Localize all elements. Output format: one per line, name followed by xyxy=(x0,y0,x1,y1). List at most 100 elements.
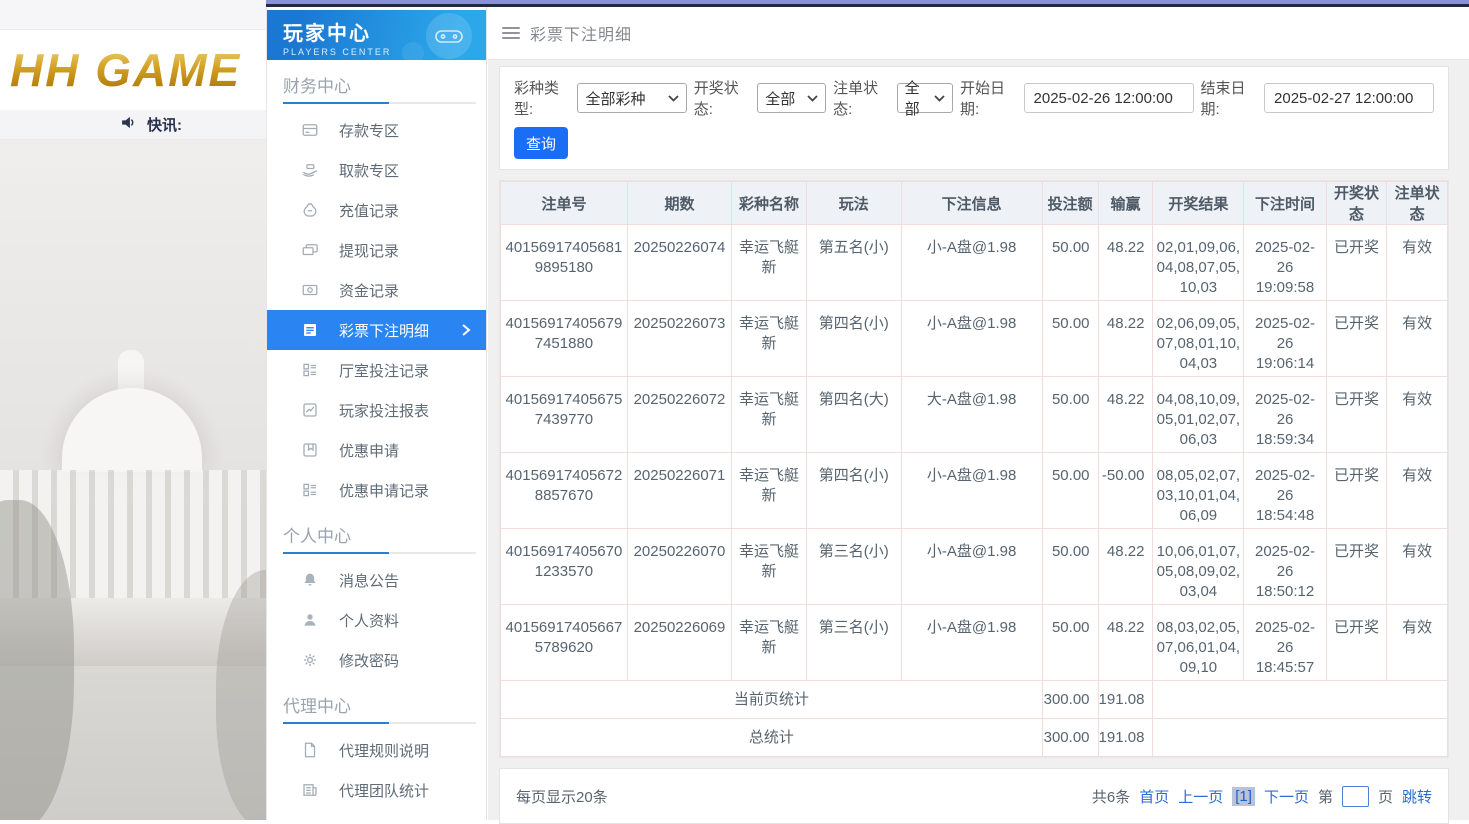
cell-win-loss: 48.22 xyxy=(1098,225,1153,301)
sidebar-item-label: 修改密码 xyxy=(339,650,399,671)
sidebar-item-label: 取款专区 xyxy=(339,160,399,181)
site-logo: HH GAME xyxy=(0,43,241,97)
table-row: 401569174056701233570 20250226070 幸运飞艇新 … xyxy=(501,529,1448,605)
cell-play: 第四名(小) xyxy=(806,301,901,377)
cell-amount: 50.00 xyxy=(1042,453,1098,529)
hamburger-menu-icon[interactable] xyxy=(502,27,520,39)
user-icon xyxy=(301,611,319,629)
next-page-link[interactable]: 下一页 xyxy=(1264,786,1309,807)
total-summary-label: 总统计 xyxy=(501,719,1043,757)
section-title-agent: 代理中心 xyxy=(267,680,486,722)
section-divider xyxy=(283,552,476,554)
end-date-input[interactable] xyxy=(1264,83,1434,113)
sidebar-item-announcements[interactable]: 消息公告 xyxy=(267,560,486,600)
order-status-select[interactable]: 全部 xyxy=(897,83,953,113)
page-jump-input[interactable] xyxy=(1342,786,1369,807)
sidebar-item-label: 玩家投注报表 xyxy=(339,400,429,421)
document-icon xyxy=(301,741,319,759)
cell-lottery: 幸运飞艇新 xyxy=(732,529,807,605)
cell-bet-info: 小-A盘@1.98 xyxy=(901,453,1042,529)
section-title-finance: 财务中心 xyxy=(267,60,486,102)
gamepad-icon xyxy=(426,13,472,59)
cell-amount: 50.00 xyxy=(1042,377,1098,453)
col-bet-info: 下注信息 xyxy=(901,182,1042,225)
lottery-type-value: 全部彩种 xyxy=(585,88,645,109)
cell-win-loss: 48.22 xyxy=(1098,377,1153,453)
cell-win-loss: -50.00 xyxy=(1098,453,1153,529)
background-page: HH GAME 快讯: xyxy=(0,0,266,820)
sidebar-item-agent-rules[interactable]: 代理规则说明 xyxy=(267,730,486,770)
sidebar-item-agent-team-stats[interactable]: 代理团队统计 xyxy=(267,770,486,810)
newspaper-stats-icon xyxy=(301,781,319,799)
page-summary-label: 当前页统计 xyxy=(501,681,1043,719)
cell-period: 20250226070 xyxy=(627,529,731,605)
bet-list-icon xyxy=(301,321,319,339)
sidebar-item-label: 资金记录 xyxy=(339,280,399,301)
cell-period: 20250226072 xyxy=(627,377,731,453)
cell-lottery: 幸运飞艇新 xyxy=(732,225,807,301)
jump-prefix-label: 第 xyxy=(1318,786,1333,807)
end-date-label: 结束日期: xyxy=(1201,77,1257,119)
cell-bet-info: 小-A盘@1.98 xyxy=(901,225,1042,301)
col-result: 开奖结果 xyxy=(1153,182,1244,225)
bet-detail-table: 注单号 期数 彩种名称 玩法 下注信息 投注额 输赢 开奖结果 下注时间 开奖状… xyxy=(499,180,1449,758)
sidebar-item-player-bet-report[interactable]: 玩家投注报表 xyxy=(267,390,486,430)
chevron-down-icon xyxy=(668,95,679,102)
draw-status-label: 开奖状态: xyxy=(694,77,750,119)
lottery-type-label: 彩种类型: xyxy=(514,77,570,119)
sidebar-item-promo-apply[interactable]: 优惠申请 xyxy=(267,430,486,470)
cash-cards-icon xyxy=(301,241,319,259)
coupon-icon xyxy=(301,441,319,459)
cell-play: 第四名(小) xyxy=(806,453,901,529)
table-row: 401569174056728857670 20250226071 幸运飞艇新 … xyxy=(501,453,1448,529)
sidebar-item-profile[interactable]: 个人资料 xyxy=(267,600,486,640)
sidebar-item-label: 充值记录 xyxy=(339,200,399,221)
sidebar-item-lottery-bet-detail[interactable]: 彩票下注明细 xyxy=(267,310,486,350)
banknote-icon xyxy=(301,281,319,299)
order-status-label: 注单状态: xyxy=(833,77,889,119)
total-summary-win-loss: 191.08 xyxy=(1098,719,1153,757)
cell-order-status: 有效 xyxy=(1387,529,1448,605)
query-button[interactable]: 查询 xyxy=(514,127,568,159)
col-bet-time: 下注时间 xyxy=(1244,182,1326,225)
sidebar-item-deposit[interactable]: 存款专区 xyxy=(267,110,486,150)
cell-result: 02,01,09,06,04,08,07,05,10,03 xyxy=(1153,225,1244,301)
first-page-link[interactable]: 首页 xyxy=(1139,786,1169,807)
col-period: 期数 xyxy=(627,182,731,225)
cell-lottery: 幸运飞艇新 xyxy=(732,605,807,681)
table-row: 401569174056757439770 20250226072 幸运飞艇新 … xyxy=(501,377,1448,453)
sidebar: 玩家中心 PLAYERS CENTER 财务中心 存款专区 取款专区 充值记录 … xyxy=(266,7,487,820)
draw-status-value: 全部 xyxy=(765,88,795,109)
jump-action-link[interactable]: 跳转 xyxy=(1402,786,1432,807)
withdraw-hand-icon xyxy=(301,161,319,179)
cell-win-loss: 48.22 xyxy=(1098,529,1153,605)
cell-bet-info: 小-A盘@1.98 xyxy=(901,301,1042,377)
section-divider xyxy=(283,722,476,724)
sidebar-item-promo-record[interactable]: 优惠申请记录 xyxy=(267,470,486,510)
per-page-label: 每页显示20条 xyxy=(516,786,608,807)
cell-result: 10,06,01,07,05,08,09,02,03,04 xyxy=(1153,529,1244,605)
sidebar-item-withdraw[interactable]: 取款专区 xyxy=(267,150,486,190)
cell-amount: 50.00 xyxy=(1042,529,1098,605)
cell-period: 20250226071 xyxy=(627,453,731,529)
cell-play: 第三名(小) xyxy=(806,605,901,681)
sidebar-item-hall-bet-record[interactable]: 厅室投注记录 xyxy=(267,350,486,390)
lottery-type-select[interactable]: 全部彩种 xyxy=(577,83,686,113)
draw-status-select[interactable]: 全部 xyxy=(757,83,826,113)
order-status-value: 全部 xyxy=(905,77,928,119)
total-count: 共6条 xyxy=(1092,786,1130,807)
sidebar-item-label: 彩票下注明细 xyxy=(339,320,429,341)
start-date-input[interactable] xyxy=(1024,83,1194,113)
sidebar-item-label: 厅室投注记录 xyxy=(339,360,429,381)
col-win-loss: 输赢 xyxy=(1098,182,1153,225)
sidebar-item-funds-record[interactable]: 资金记录 xyxy=(267,270,486,310)
main-content: 彩票下注明细 彩种类型: 全部彩种 开奖状态: 全部 注单状态: 全部 xyxy=(488,7,1469,820)
prev-page-link[interactable]: 上一页 xyxy=(1178,786,1223,807)
col-lottery: 彩种名称 xyxy=(732,182,807,225)
cell-result: 08,05,02,07,03,10,01,04,06,09 xyxy=(1153,453,1244,529)
sidebar-item-recharge-record[interactable]: 充值记录 xyxy=(267,190,486,230)
section-divider xyxy=(283,102,476,104)
cell-bet-time: 2025-02-26 18:59:34 xyxy=(1244,377,1326,453)
sidebar-item-withdraw-record[interactable]: 提现记录 xyxy=(267,230,486,270)
sidebar-item-change-password[interactable]: 修改密码 xyxy=(267,640,486,680)
